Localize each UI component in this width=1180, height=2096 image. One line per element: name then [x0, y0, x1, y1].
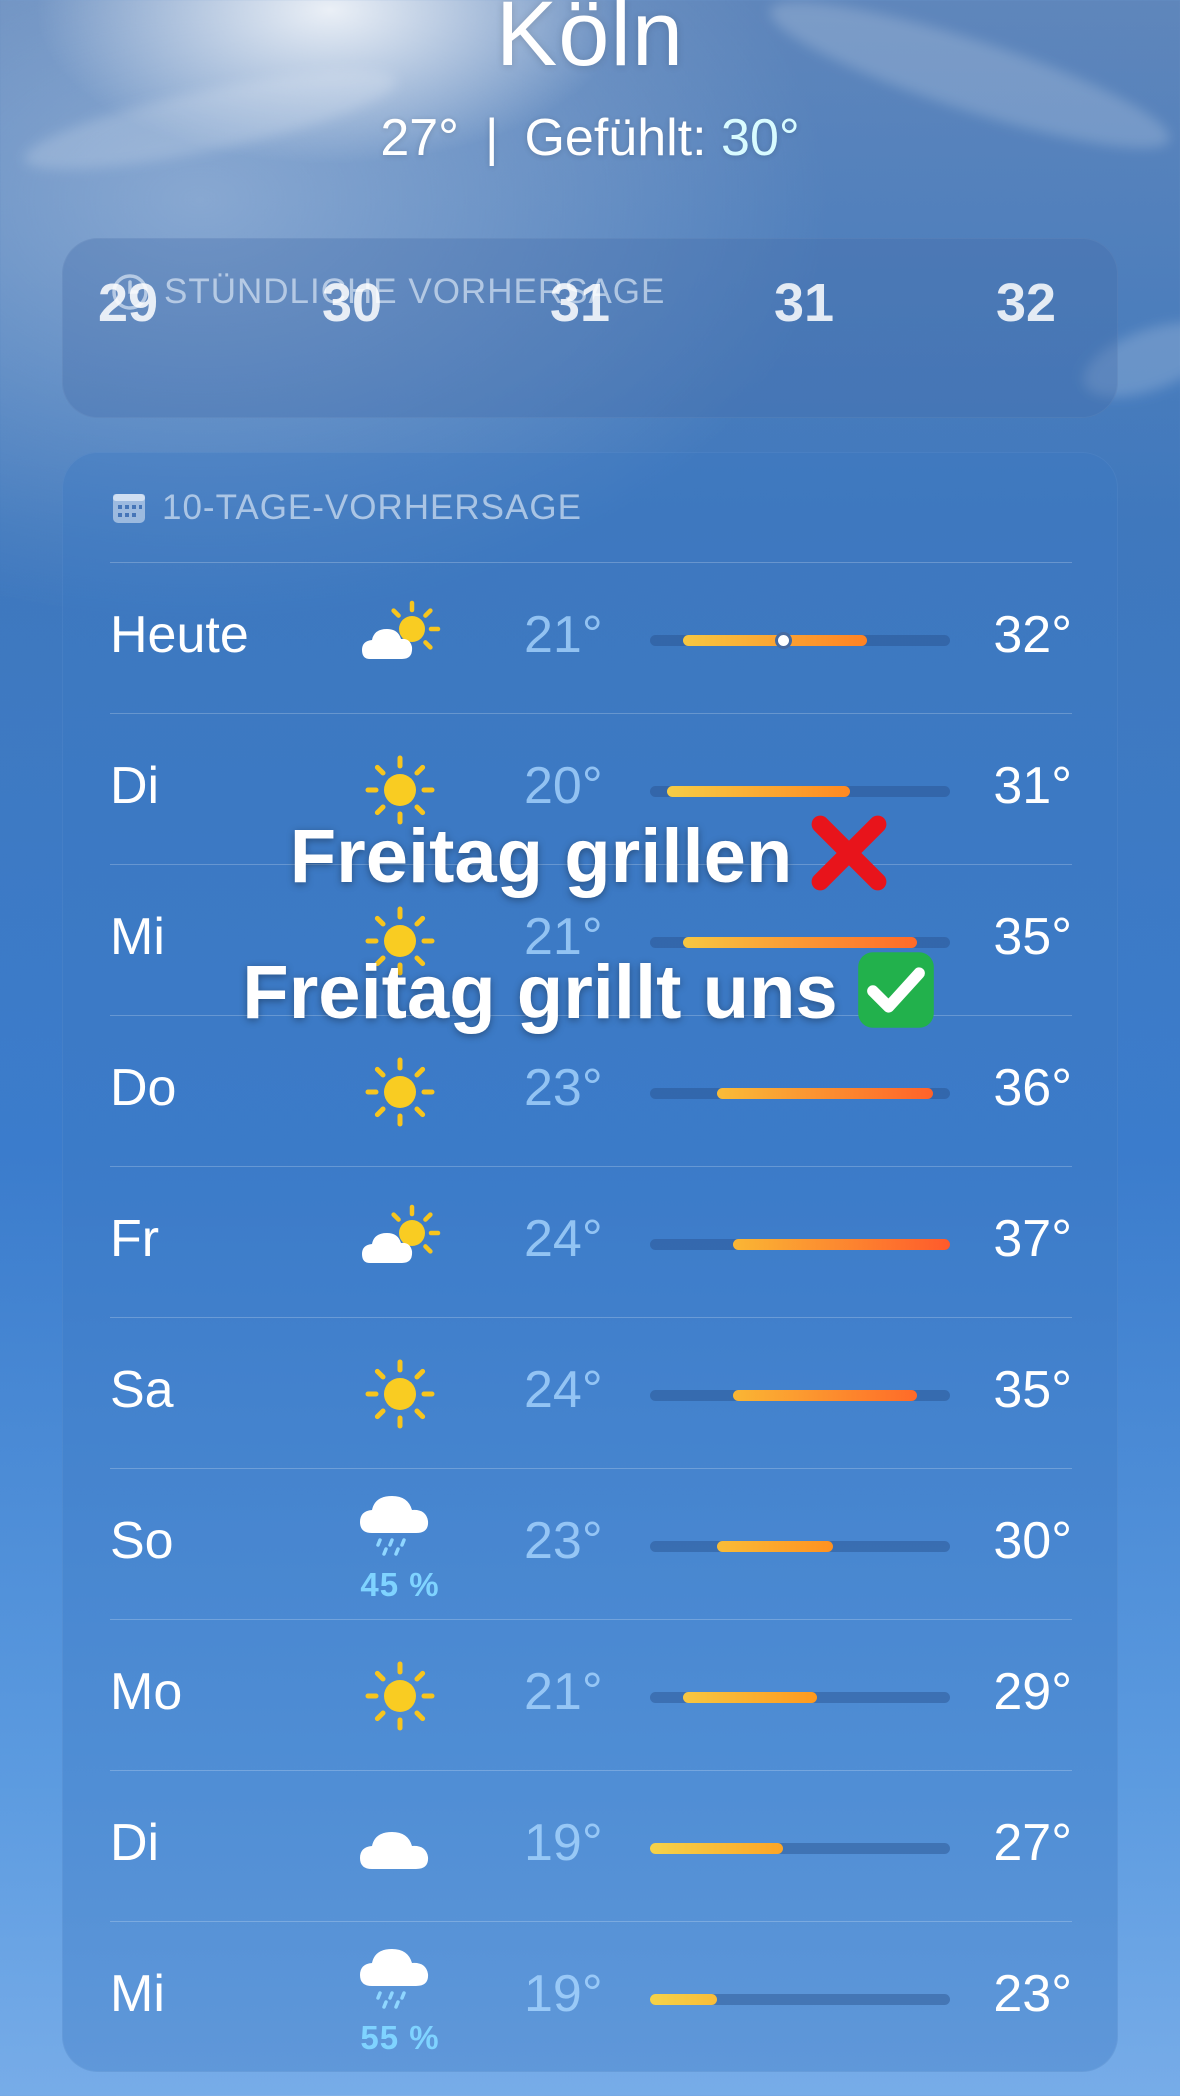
- hourly-temp: 32: [996, 273, 1057, 333]
- ten-day-forecast-card[interactable]: 10-TAGE-VORHERSAGE Heute 21° 32° Di 20° 31° Mi…: [62, 452, 1118, 2072]
- low-temperature: 24°: [524, 1361, 603, 1419]
- overlay-line-2: Freitag grillt uns: [242, 950, 838, 1035]
- temperature-range-fill: [733, 1239, 950, 1250]
- ten-day-forecast-title: 10-TAGE-VORHERSAGE: [110, 488, 582, 528]
- temperature-range-bar: [650, 1994, 950, 2005]
- temperature-range-fill: [716, 1088, 934, 1099]
- high-temperature: 35°: [993, 1361, 1072, 1419]
- high-temperature: 30°: [993, 1512, 1072, 1570]
- temperature-range-fill: [716, 1541, 834, 1552]
- temperature-range-fill: [650, 1994, 717, 2005]
- overlay-caption-2: Freitag grillt uns: [0, 948, 1180, 1036]
- temperature-range-bar: [650, 1843, 950, 1854]
- low-temperature: 21°: [524, 1663, 603, 1721]
- forecast-row[interactable]: Mi 55 % 19° 23°: [110, 1921, 1072, 2073]
- rain-icon: [350, 1477, 450, 1577]
- check-mark-icon: [857, 952, 934, 1028]
- high-temperature: 37°: [993, 1210, 1072, 1268]
- low-temperature: 21°: [524, 606, 603, 664]
- city-name: Köln: [495, 0, 685, 85]
- temperature-range-fill: [683, 937, 917, 948]
- day-label: Mi: [110, 1965, 165, 2023]
- forecast-row[interactable]: Sa 24° 35°: [110, 1317, 1072, 1469]
- low-temperature: 20°: [524, 757, 603, 815]
- high-temperature: 23°: [993, 1965, 1072, 2023]
- temperature-range-bar: [650, 1088, 950, 1099]
- high-temperature: 31°: [993, 757, 1072, 815]
- cross-mark-icon: [811, 815, 887, 891]
- temperature-range-bar: [650, 786, 950, 797]
- hourly-temp: 29: [98, 273, 159, 333]
- day-label: Do: [110, 1059, 177, 1117]
- high-temperature: 32°: [993, 606, 1072, 664]
- forecast-row[interactable]: Di 19° 27°: [110, 1770, 1072, 1922]
- low-temperature: 23°: [524, 1512, 603, 1570]
- low-temperature: 19°: [524, 1814, 603, 1872]
- hourly-temp: 30: [322, 273, 383, 333]
- high-temperature: 27°: [993, 1814, 1072, 1872]
- forecast-row[interactable]: So 45 % 23° 30°: [110, 1468, 1072, 1620]
- partly-sunny-icon: [350, 1193, 450, 1293]
- overlay-line-1: Freitag grillen: [289, 814, 793, 899]
- temperature-range-bar: [650, 1541, 950, 1552]
- current-temp-dot: [775, 632, 793, 649]
- current-conditions: 27° | Gefühlt: 30°: [0, 108, 1180, 168]
- feels-like-label: Gefühlt:: [524, 109, 707, 167]
- high-temperature: 29°: [993, 1663, 1072, 1721]
- calendar-icon: [113, 494, 145, 523]
- day-label: So: [110, 1512, 174, 1570]
- day-label: Di: [110, 1814, 160, 1872]
- temperature-range-bar: [650, 1692, 950, 1703]
- day-label: Sa: [110, 1361, 174, 1419]
- forecast-row[interactable]: Fr 24° 37°: [110, 1166, 1072, 1318]
- partly-sunny-icon: [350, 589, 450, 689]
- temperature-range-bar: [650, 1390, 950, 1401]
- temperature-range-fill: [733, 1390, 917, 1401]
- low-temperature: 24°: [524, 1210, 603, 1268]
- temperature-range-fill: [650, 1843, 784, 1854]
- day-label: Di: [110, 757, 160, 815]
- hourly-temp: 31: [550, 273, 611, 333]
- overlay-caption-1: Freitag grillen: [0, 812, 1180, 900]
- hourly-forecast-card[interactable]: STÜNDLICHE VORHERSAGE 29 30 31 31 32: [62, 238, 1118, 418]
- low-temperature: 23°: [524, 1059, 603, 1117]
- day-label: Mo: [110, 1663, 183, 1721]
- day-label: Heute: [110, 606, 249, 664]
- forecast-row[interactable]: Do 23° 36°: [110, 1015, 1072, 1167]
- precipitation-chance: 45 %: [360, 1566, 440, 1603]
- forecast-row[interactable]: Heute 21° 32°: [110, 562, 1072, 714]
- current-temperature: 27°: [380, 109, 459, 167]
- sun-icon: [350, 1344, 450, 1444]
- temperature-range-bar: [650, 632, 950, 649]
- hourly-temp: 31: [774, 273, 835, 333]
- separator: |: [484, 109, 499, 167]
- high-temperature: 36°: [993, 1059, 1072, 1117]
- temperature-range-fill: [683, 1692, 817, 1703]
- rain-icon: [350, 1930, 450, 2030]
- temperature-range-fill: [666, 786, 850, 797]
- sun-icon: [350, 1646, 450, 1746]
- temperature-range-bar: [650, 1239, 950, 1250]
- forecast-row[interactable]: Mo 21° 29°: [110, 1619, 1072, 1771]
- precipitation-chance: 55 %: [360, 2019, 440, 2056]
- temperature-range-bar: [650, 937, 950, 948]
- sun-icon: [350, 1042, 450, 1142]
- ten-day-title-text: 10-TAGE-VORHERSAGE: [162, 488, 582, 527]
- feels-like-value: 30°: [721, 109, 800, 167]
- low-temperature: 19°: [524, 1965, 603, 2023]
- day-label: Fr: [110, 1210, 160, 1268]
- cloud-icon: [350, 1797, 450, 1897]
